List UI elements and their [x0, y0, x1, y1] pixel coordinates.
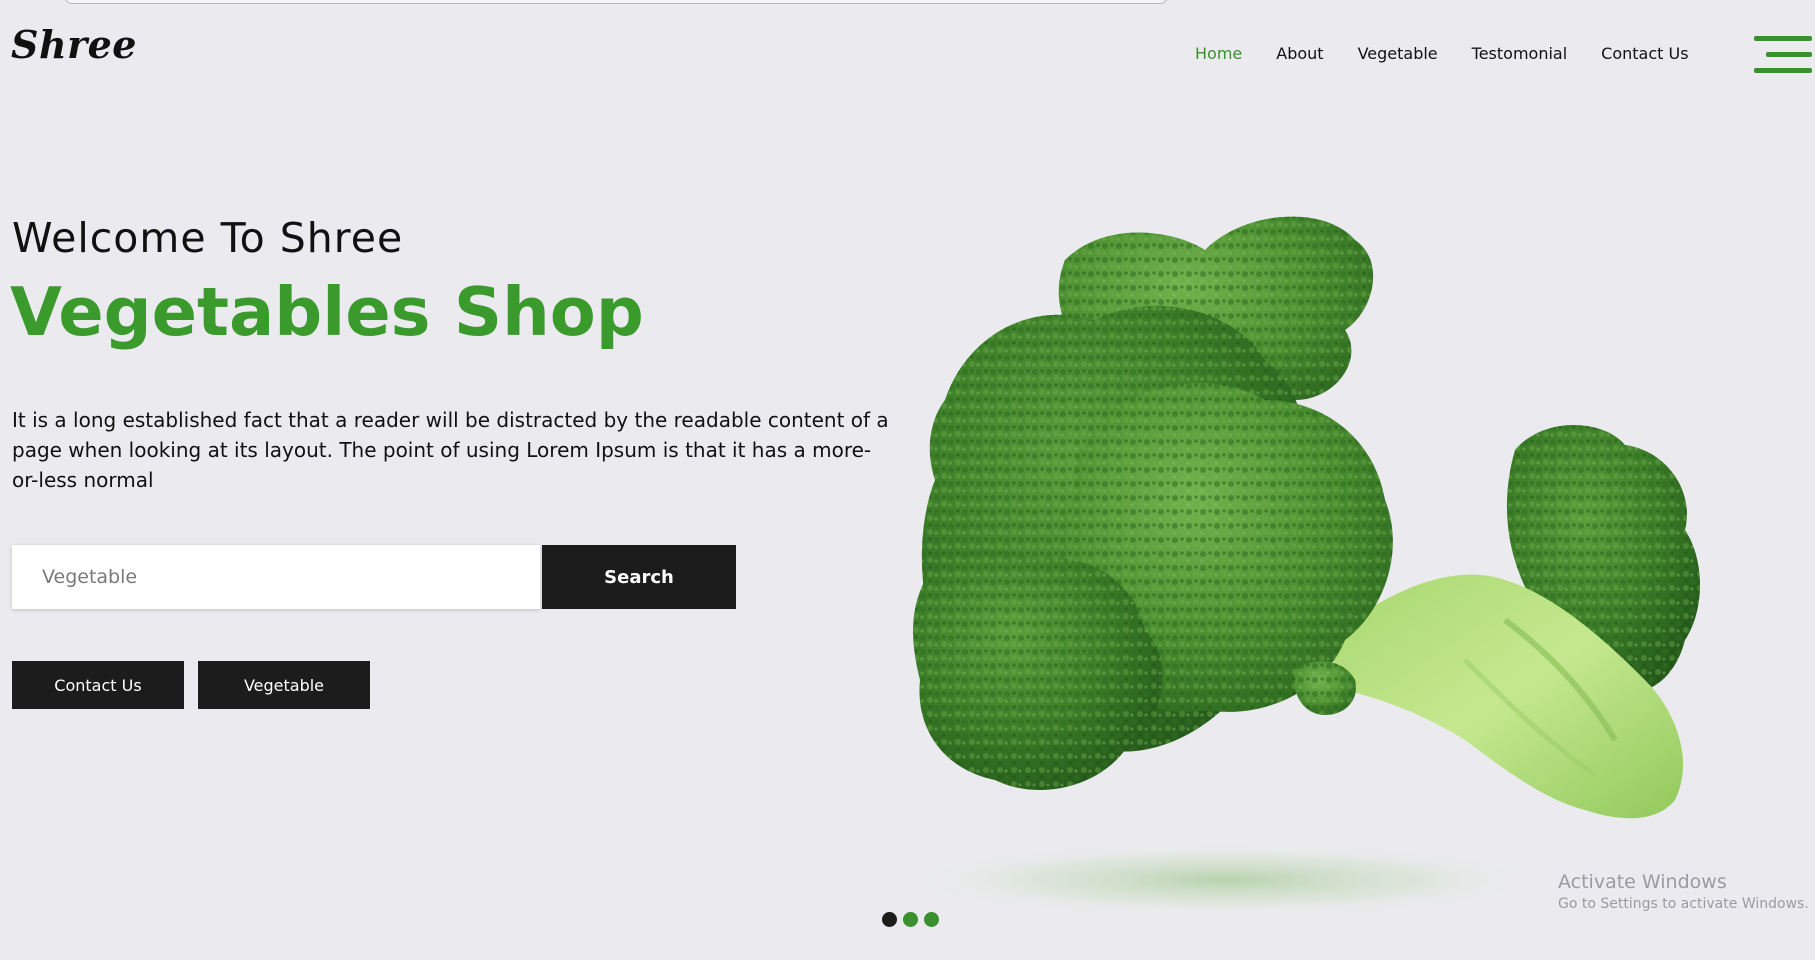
hero-headline: Vegetables Shop [10, 273, 644, 351]
carousel-indicators [882, 912, 939, 927]
contact-us-button[interactable]: Contact Us [12, 661, 184, 709]
nav-item-about[interactable]: About [1276, 44, 1323, 63]
hero-section: Shree Home About Vegetable Testomonial C… [0, 0, 1815, 960]
carousel-dot-1[interactable] [882, 912, 897, 927]
broccoli-image [905, 216, 1700, 918]
activate-windows-title: Activate Windows [1558, 871, 1727, 893]
nav-item-vegetable[interactable]: Vegetable [1358, 44, 1438, 63]
vegetable-button[interactable]: Vegetable [198, 661, 370, 709]
welcome-heading: Welcome To Shree [12, 214, 404, 262]
main-nav: Home About Vegetable Testomonial Contact… [1195, 44, 1723, 63]
nav-item-contact-us[interactable]: Contact Us [1601, 44, 1688, 63]
search-button[interactable]: Search [542, 545, 736, 609]
hero-description: It is a long established fact that a rea… [12, 408, 889, 492]
nav-item-testimonial[interactable]: Testomonial [1472, 44, 1568, 63]
activate-windows-subtitle: Go to Settings to activate Windows. [1558, 896, 1809, 912]
carousel-dot-3[interactable] [924, 912, 939, 927]
carousel-dot-2[interactable] [903, 912, 918, 927]
brand-logo[interactable]: Shree [11, 22, 137, 67]
search-input[interactable] [12, 545, 540, 609]
page: Shree Home About Vegetable Testomonial C… [0, 0, 1815, 963]
nav-item-home[interactable]: Home [1195, 44, 1242, 63]
browser-edge [64, 0, 1168, 4]
hamburger-menu-icon[interactable] [1754, 36, 1812, 76]
